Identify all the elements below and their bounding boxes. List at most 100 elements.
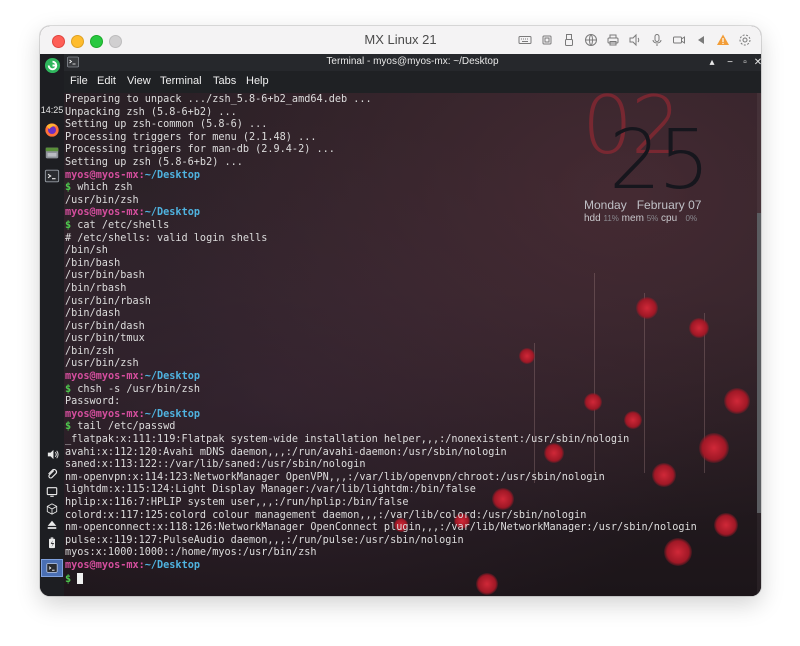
file-manager-icon[interactable] (43, 144, 61, 162)
command-line: $ tail /etc/passwd (65, 421, 697, 434)
keyboard-icon[interactable] (517, 32, 533, 48)
output-line: avahi:x:112:120:Avahi mDNS daemon,,,:/ru… (65, 446, 507, 458)
clip-icon[interactable] (43, 466, 61, 482)
output-line: /usr/bin/bash (65, 270, 145, 282)
microphone-icon[interactable] (649, 32, 665, 48)
shade-icon[interactable]: ▴ (705, 55, 719, 69)
prompt-dollar: $ (65, 182, 72, 194)
output-line: colord:x:117:125:colord colour managemen… (65, 509, 587, 521)
output-line: pulse:x:119:127:PulseAudio daemon,,,:/ru… (65, 534, 464, 546)
output-line: Processing triggers for menu (2.1.48) ..… (65, 131, 317, 143)
maximize-icon[interactable]: ▫ (738, 55, 752, 69)
prompt-host: myos-mx (95, 169, 139, 181)
panel-clock[interactable]: 14:25 (40, 105, 64, 115)
vm-window: MX Linux 21 14:25 Terminal - myos@myos-m… (40, 26, 761, 596)
terminal-lines: Preparing to unpack .../zsh_5.8-6+b2_amd… (65, 94, 697, 585)
usb-icon[interactable] (561, 32, 577, 48)
prompt-user: myos (65, 408, 90, 420)
output-line: /bin/rbash (65, 282, 127, 294)
terminal-launcher-icon[interactable] (43, 167, 61, 185)
output-line: # /etc/shells: valid login shells (65, 232, 268, 244)
chip-icon[interactable] (539, 32, 555, 48)
prompt-line: myos@myos-mx:~/Desktop (65, 409, 697, 422)
wallpaper-flower (724, 388, 750, 414)
printer-icon[interactable] (605, 32, 621, 48)
prompt-user: myos (65, 371, 90, 383)
prompt-line: myos@myos-mx:~/Desktop (65, 207, 697, 220)
menu-tabs[interactable]: Tabs (213, 75, 236, 87)
command-text: which zsh (77, 182, 133, 194)
close-icon[interactable]: ✕ (751, 55, 761, 69)
input-line[interactable]: $ (65, 572, 697, 586)
output-line: /bin/dash (65, 308, 121, 320)
text-cursor[interactable] (77, 572, 84, 584)
terminal-output[interactable]: 02 25 Monday February 07 hdd 11% mem 5% … (64, 93, 761, 596)
output-line: _flatpak:x:111:119:Flatpak system-wide i… (65, 434, 630, 446)
terminal-scrollbar[interactable] (757, 93, 761, 596)
prompt-path: ~/Desktop (144, 207, 200, 219)
scrollbar-thumb[interactable] (757, 213, 761, 513)
output-line: Preparing to unpack .../zsh_5.8-6+b2_amd… (65, 94, 372, 105)
output-line: /bin/sh (65, 245, 108, 257)
vm-titlebar: MX Linux 21 (40, 26, 761, 55)
prompt-user: myos (65, 169, 90, 181)
prompt-path: ~/Desktop (144, 559, 200, 571)
prompt-line: myos@myos-mx:~/Desktop (65, 560, 697, 573)
terminal-window: Terminal - myos@myos-mx: ~/Desktop ▴ − ▫… (64, 54, 761, 596)
output-line: myos:x:1000:1000::/home/myos:/usr/bin/zs… (65, 547, 317, 559)
output-line: /usr/bin/zsh (65, 358, 139, 370)
prompt-dollar: $ (65, 421, 72, 433)
play-icon[interactable] (693, 32, 709, 48)
output-line: Setting up zsh-common (5.8-6) ... (65, 119, 268, 131)
output-line: /bin/bash (65, 257, 121, 269)
prompt-line: myos@myos-mx:~/Desktop (65, 371, 697, 384)
output-line: lightdm:x:115:124:Light Display Manager:… (65, 484, 476, 496)
output-line: Setting up zsh (5.8-6+b2) ... (65, 156, 243, 168)
prompt-user: myos (65, 559, 90, 571)
output-line: Password: (65, 396, 121, 408)
output-line: nm-openvpn:x:114:123:NetworkManager Open… (65, 471, 605, 483)
terminal-task-icon[interactable] (41, 559, 63, 577)
output-line: hplip:x:116:7:HPLIP system user,,,:/run/… (65, 497, 409, 508)
prompt-user: myos (65, 207, 90, 219)
menu-terminal[interactable]: Terminal (160, 75, 202, 87)
xfce-panel: 14:25 (40, 54, 64, 596)
package-icon[interactable] (43, 501, 61, 517)
command-text: cat /etc/shells (77, 219, 170, 231)
command-line: $ which zsh (65, 182, 697, 195)
wallpaper-flower (699, 433, 729, 463)
menu-file[interactable]: File (70, 75, 88, 87)
terminal-title: Terminal - myos@myos-mx: ~/Desktop (326, 56, 499, 67)
menu-view[interactable]: View (127, 75, 151, 87)
prompt-path: ~/Desktop (144, 169, 200, 181)
output-line: /usr/bin/rbash (65, 295, 151, 307)
minimize-icon[interactable]: − (723, 55, 737, 69)
output-line: Processing triggers for man-db (2.9.4-2)… (65, 144, 335, 156)
monitor-icon[interactable] (43, 484, 61, 500)
guest-screen: 14:25 Terminal - myos@myos-mx: ~/Desktop… (40, 54, 761, 596)
menu-edit[interactable]: Edit (97, 75, 116, 87)
firefox-icon[interactable] (43, 121, 61, 139)
eject-icon[interactable] (43, 517, 61, 533)
wallpaper-flower (714, 513, 738, 537)
camera-icon[interactable] (671, 32, 687, 48)
battery-icon[interactable] (43, 535, 61, 551)
prompt-dollar: $ (65, 219, 72, 231)
output-line: Unpacking zsh (5.8-6+b2) ... (65, 106, 237, 118)
prompt-host: myos-mx (95, 371, 139, 383)
mx-logo-icon[interactable] (43, 56, 61, 74)
warning-icon[interactable] (715, 32, 731, 48)
output-line: /usr/bin/zsh (65, 194, 139, 206)
prompt-host: myos-mx (95, 559, 139, 571)
menu-help[interactable]: Help (246, 75, 269, 87)
prompt-host: myos-mx (95, 207, 139, 219)
prompt-dollar: $ (65, 383, 72, 395)
network-icon[interactable] (583, 32, 599, 48)
speaker-icon[interactable] (627, 32, 643, 48)
volume-icon[interactable] (43, 446, 61, 462)
terminal-titlebar: Terminal - myos@myos-mx: ~/Desktop ▴ − ▫… (64, 54, 761, 71)
vm-toolbar (517, 32, 753, 48)
prompt-line: myos@myos-mx:~/Desktop (65, 170, 697, 183)
gear-icon[interactable] (737, 32, 753, 48)
output-line: nm-openconnect:x:118:126:NetworkManager … (65, 522, 697, 534)
